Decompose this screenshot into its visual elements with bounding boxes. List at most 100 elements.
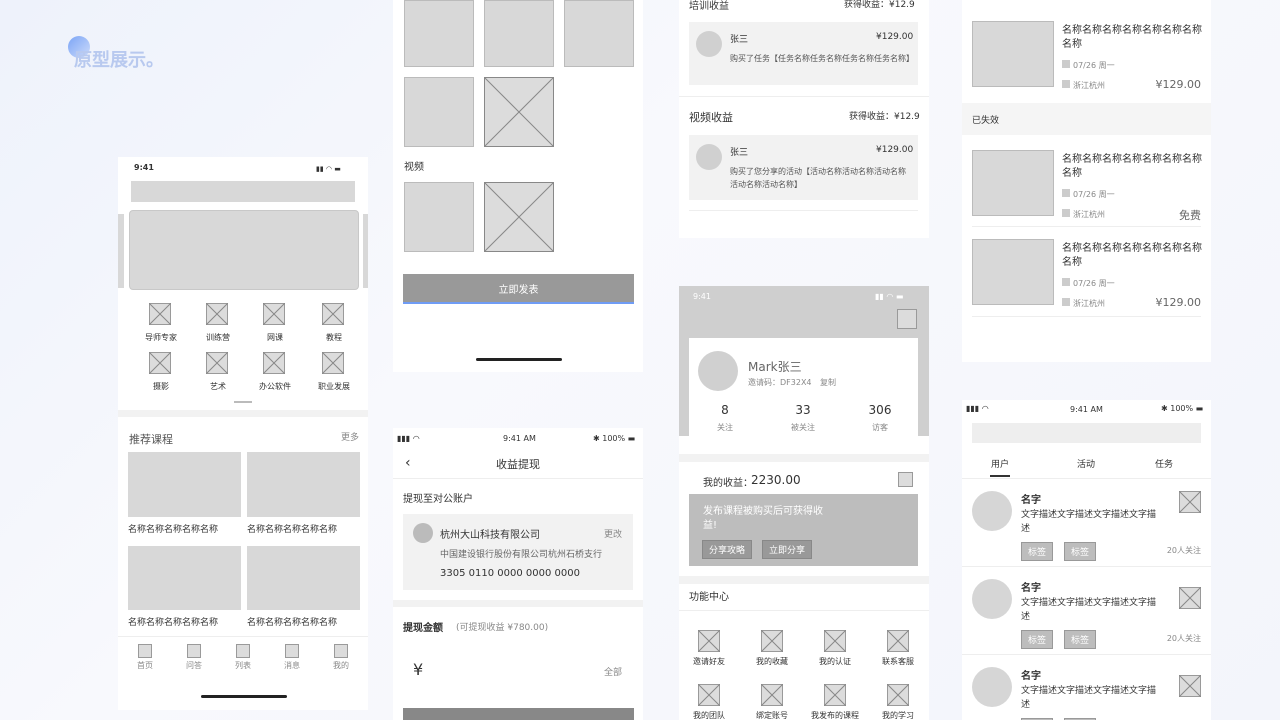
calendar-icon (1062, 278, 1070, 286)
user-row[interactable]: 名字 文字描述文字描述文字描述文字描述 标签 标签 20人关注 (962, 578, 1211, 658)
user-tag: 标签 (1064, 542, 1097, 561)
income-arrow-icon[interactable] (898, 472, 913, 487)
tab-0[interactable]: 首页 (129, 644, 161, 672)
function-icon (698, 630, 720, 652)
activity-image (972, 21, 1054, 87)
category-item[interactable]: 导师专家 (136, 303, 186, 349)
activity-price: ¥129.00 (1155, 78, 1202, 91)
video-title: 视频收益 (689, 111, 733, 124)
settings-icon[interactable] (897, 309, 917, 329)
date-text: 07/26 周一 (1073, 61, 1115, 70)
function-icon (824, 630, 846, 652)
function-item[interactable]: 我的团队 (679, 684, 739, 720)
phone-home: 9:41 ▮▮ ◠ ▬ 导师专家 训练营 网课 教程 摄影 艺术 办公软件 职业发展 推荐课程… (118, 157, 368, 710)
nav-title: 收益提现 (496, 458, 540, 471)
change-link[interactable]: 更改 (604, 527, 622, 540)
category-item[interactable]: 职业发展 (309, 352, 359, 398)
user-row[interactable]: 名字文字描述文字描述文字描述文字描述标签标签 (962, 666, 1211, 720)
function-item[interactable]: 联系客服 (868, 630, 928, 670)
video-thumb[interactable] (404, 182, 474, 252)
location-icon (1062, 80, 1070, 88)
activity-location: 浙江杭州 (1062, 209, 1105, 220)
category-item[interactable]: 艺术 (193, 352, 243, 398)
currency-symbol: ¥ (413, 660, 424, 679)
tab-2[interactable]: 列表 (227, 644, 259, 672)
add-video-icon[interactable] (484, 182, 554, 252)
course-name: 名称名称名称名称名称 (128, 618, 219, 628)
user-row[interactable]: 名字 文字描述文字描述文字描述文字描述 标签 标签 20人关注 (962, 490, 1211, 570)
category-item[interactable]: 教程 (309, 303, 359, 349)
follow-icon[interactable] (1179, 675, 1201, 697)
function-item[interactable]: 我的学习 (868, 684, 928, 720)
tab-4[interactable]: 我的 (325, 644, 357, 672)
media-thumb[interactable] (564, 0, 634, 67)
status-signal: ▮▮▮ ◠ (966, 404, 989, 413)
function-item[interactable]: 绑定账号 (742, 684, 802, 720)
activity-card[interactable]: 名称名称名称名称名称名称名称名称 07/26 周一 浙江杭州 ¥129.00 (962, 21, 1211, 107)
add-image-icon[interactable] (484, 77, 554, 147)
media-thumb[interactable] (404, 77, 474, 147)
copy-link[interactable]: 复制 (820, 377, 836, 388)
section-title: 推荐课程 (129, 433, 173, 446)
follow-icon[interactable] (1179, 587, 1201, 609)
amount-input[interactable] (433, 656, 583, 680)
share-button-label: 立即分享 (769, 546, 806, 556)
avatar (972, 491, 1012, 531)
stat-item[interactable]: 33 被关注 (778, 403, 828, 435)
function-item[interactable]: 邀请好友 (679, 630, 739, 670)
course-card-image[interactable] (247, 452, 360, 517)
earning-card[interactable]: 张三 ¥129.00 购买了您分享的活动【活动名称活动名称活动名称活动名称活动名… (689, 135, 918, 200)
category-label: 网课 (267, 333, 283, 342)
banner[interactable] (129, 210, 359, 290)
more-link[interactable]: 更多 (341, 430, 359, 443)
stat-item[interactable]: 306 访客 (855, 403, 905, 435)
tab-0[interactable]: 用户 (980, 457, 1020, 470)
tab-1[interactable]: 活动 (1066, 457, 1106, 470)
strategy-button[interactable]: 分享攻略 (702, 540, 753, 559)
search-input[interactable] (972, 423, 1201, 443)
withdraw-all-link[interactable]: 全部 (604, 665, 622, 678)
course-card-image[interactable] (247, 546, 360, 610)
avatar[interactable] (698, 351, 738, 391)
activity-card[interactable]: 名称名称名称名称名称名称名称名称 07/26 周一 浙江杭州 免费 (962, 150, 1211, 236)
media-thumb[interactable] (404, 0, 474, 67)
tab-3[interactable]: 消息 (276, 644, 308, 672)
share-button[interactable]: 立即分享 (762, 540, 813, 559)
category-item[interactable]: 训练营 (193, 303, 243, 349)
section-account: 提现至对公账户 (403, 494, 473, 505)
tab-label: 首页 (137, 661, 153, 670)
stat-number: 33 (795, 403, 811, 417)
calendar-icon (1062, 189, 1070, 197)
activity-card[interactable]: 名称名称名称名称名称名称名称名称 07/26 周一 浙江杭州 ¥129.00 (962, 239, 1211, 325)
course-card-image[interactable] (128, 452, 241, 517)
category-icon (322, 352, 344, 374)
function-item[interactable]: 我的收藏 (742, 630, 802, 670)
publish-button[interactable]: 立即发表 (403, 274, 634, 304)
tab-1[interactable]: 问答 (178, 644, 210, 672)
category-item[interactable]: 办公软件 (250, 352, 300, 398)
status-battery: ✱ 100% ▬ (593, 434, 636, 443)
promo-text: 发布课程被购买后可获得收益! (703, 506, 823, 531)
tab-2[interactable]: 任务 (1144, 457, 1184, 470)
account-card[interactable]: 杭州大山科技有限公司 更改 中国建设银行股份有限公司杭州石桥支行 3305 01… (403, 514, 633, 590)
stat-item[interactable]: 8 关注 (700, 403, 750, 435)
search-bar[interactable] (131, 181, 355, 202)
amount-label: 提现金额 (403, 623, 443, 634)
course-card-image[interactable] (128, 546, 241, 610)
home-indicator (476, 358, 562, 361)
activity-image (972, 150, 1054, 216)
function-label: 我的认证 (819, 657, 851, 666)
purchase-desc: 购买了您分享的活动【活动名称活动名称活动名称活动名称活动名称】 (730, 167, 906, 189)
activity-name: 名称名称名称名称名称名称名称名称 (1062, 154, 1202, 179)
media-thumb[interactable] (484, 0, 554, 67)
function-item[interactable]: 我发布的课程 (805, 684, 865, 720)
category-label: 导师专家 (145, 333, 177, 342)
category-item[interactable]: 网课 (250, 303, 300, 349)
submit-button[interactable] (403, 708, 634, 720)
function-item[interactable]: 我的认证 (805, 630, 865, 670)
follow-icon[interactable] (1179, 491, 1201, 513)
user-name: 名字 (1021, 495, 1041, 506)
function-label: 我的学习 (882, 711, 914, 720)
category-item[interactable]: 摄影 (136, 352, 186, 398)
earning-card[interactable]: 张三 ¥129.00 购买了任务【任务名称任务名称任务名称任务名称】 (689, 22, 918, 85)
